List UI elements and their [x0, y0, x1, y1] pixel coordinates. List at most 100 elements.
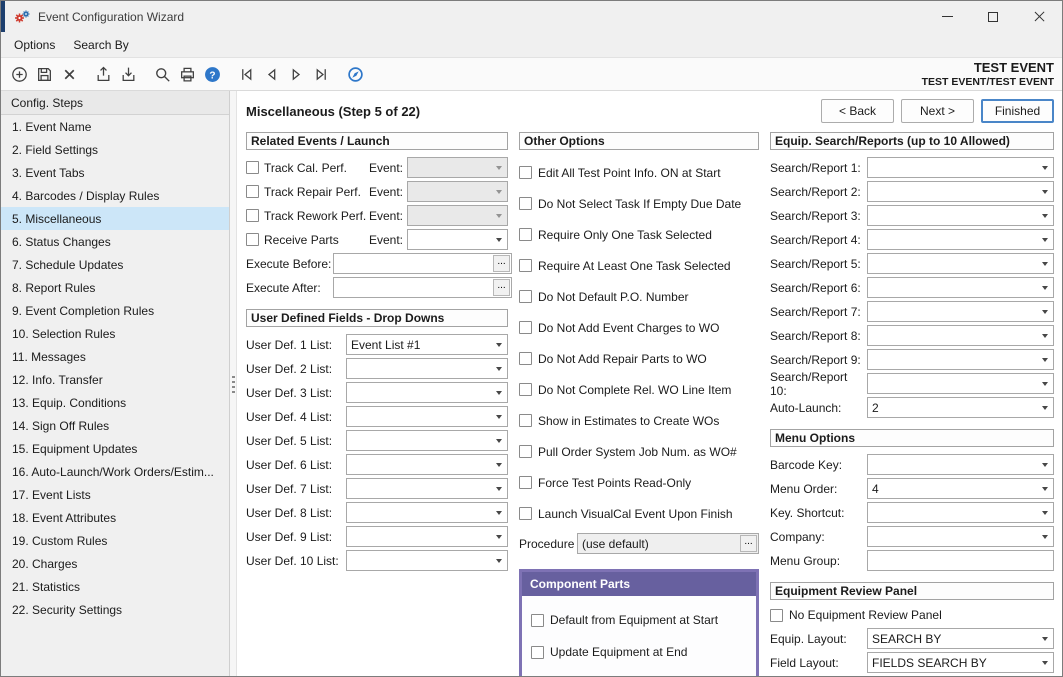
execute-after-input[interactable] — [334, 278, 493, 297]
sidebar-item-16[interactable]: 16. Auto-Launch/Work Orders/Estim... — [1, 460, 229, 483]
search-report-2-combo[interactable] — [867, 181, 1054, 202]
menu-group-input[interactable] — [867, 550, 1054, 571]
search-icon[interactable] — [150, 62, 175, 87]
search-report-8-combo[interactable] — [867, 325, 1054, 346]
event-combo[interactable] — [407, 205, 508, 226]
close-button[interactable] — [1016, 1, 1062, 32]
print-icon[interactable] — [175, 62, 200, 87]
sidebar-item-17[interactable]: 17. Event Lists — [1, 483, 229, 506]
search-report-5-combo[interactable] — [867, 253, 1054, 274]
event-combo[interactable] — [407, 157, 508, 178]
checkbox[interactable] — [519, 414, 532, 427]
checkbox[interactable] — [531, 614, 544, 627]
execute-before-field[interactable]: ... — [333, 253, 512, 274]
delete-icon[interactable] — [57, 62, 82, 87]
execute-before-browse-button[interactable]: ... — [493, 255, 510, 272]
checkbox[interactable] — [519, 507, 532, 520]
help-icon[interactable]: ? — [200, 62, 225, 87]
sidebar-splitter[interactable] — [230, 91, 237, 676]
search-report-7-combo[interactable] — [867, 301, 1054, 322]
checkbox[interactable] — [531, 646, 544, 659]
user-def-8-combo[interactable] — [346, 502, 508, 523]
checkbox[interactable] — [246, 209, 259, 222]
search-report-6-combo[interactable] — [867, 277, 1054, 298]
user-def-7-combo[interactable] — [346, 478, 508, 499]
checkbox[interactable] — [519, 321, 532, 334]
search-report-3-combo[interactable] — [867, 205, 1054, 226]
save-icon[interactable] — [32, 62, 57, 87]
auto-launch-combo[interactable]: 2 — [867, 397, 1054, 418]
company-combo[interactable] — [867, 526, 1054, 547]
sidebar-item-4[interactable]: 4. Barcodes / Display Rules — [1, 184, 229, 207]
sidebar-item-6[interactable]: 6. Status Changes — [1, 230, 229, 253]
checkbox[interactable] — [246, 233, 259, 246]
finished-button[interactable]: Finished — [981, 99, 1054, 123]
sidebar-item-10[interactable]: 10. Selection Rules — [1, 322, 229, 345]
next-button[interactable]: Next > — [901, 99, 974, 123]
navigate-icon[interactable] — [343, 62, 368, 87]
import-icon[interactable] — [116, 62, 141, 87]
sidebar-item-12[interactable]: 12. Info. Transfer — [1, 368, 229, 391]
checkbox[interactable] — [519, 352, 532, 365]
sidebar-item-15[interactable]: 15. Equipment Updates — [1, 437, 229, 460]
checkbox[interactable] — [519, 445, 532, 458]
checkbox[interactable] — [519, 383, 532, 396]
search-report-4-combo[interactable] — [867, 229, 1054, 250]
field-layout-combo[interactable]: FIELDS SEARCH BY — [867, 652, 1054, 673]
user-def-3-combo[interactable] — [346, 382, 508, 403]
checkbox[interactable] — [519, 476, 532, 489]
search-report-9-combo[interactable] — [867, 349, 1054, 370]
no-equipment-review-checkbox[interactable] — [770, 609, 783, 622]
user-def-2-combo[interactable] — [346, 358, 508, 379]
search-report-10-combo[interactable] — [867, 373, 1054, 394]
sidebar-item-22[interactable]: 22. Security Settings — [1, 598, 229, 621]
back-button[interactable]: < Back — [821, 99, 894, 123]
sidebar-item-18[interactable]: 18. Event Attributes — [1, 506, 229, 529]
first-record-icon[interactable] — [234, 62, 259, 87]
menu-order-combo[interactable]: 4 — [867, 478, 1054, 499]
maximize-button[interactable] — [970, 1, 1016, 32]
sidebar-item-13[interactable]: 13. Equip. Conditions — [1, 391, 229, 414]
minimize-button[interactable] — [924, 1, 970, 32]
next-record-icon[interactable] — [284, 62, 309, 87]
sidebar-item-21[interactable]: 21. Statistics — [1, 575, 229, 598]
menu-options[interactable]: Options — [5, 34, 64, 56]
procedure-field[interactable]: (use default) ... — [577, 533, 759, 554]
checkbox[interactable] — [519, 290, 532, 303]
add-icon[interactable] — [7, 62, 32, 87]
key-shortcut-combo[interactable] — [867, 502, 1054, 523]
equip-layout-combo[interactable]: SEARCH BY — [867, 628, 1054, 649]
user-def-1-combo[interactable]: Event List #1 — [346, 334, 508, 355]
checkbox[interactable] — [519, 197, 532, 210]
execute-after-browse-button[interactable]: ... — [493, 279, 510, 296]
checkbox[interactable] — [246, 161, 259, 174]
user-def-9-combo[interactable] — [346, 526, 508, 547]
sidebar-item-8[interactable]: 8. Report Rules — [1, 276, 229, 299]
export-icon[interactable] — [91, 62, 116, 87]
checkbox[interactable] — [246, 185, 259, 198]
sidebar-item-14[interactable]: 14. Sign Off Rules — [1, 414, 229, 437]
user-def-5-combo[interactable] — [346, 430, 508, 451]
checkbox[interactable] — [519, 259, 532, 272]
sidebar-item-7[interactable]: 7. Schedule Updates — [1, 253, 229, 276]
user-def-10-combo[interactable] — [346, 550, 508, 571]
sidebar-item-2[interactable]: 2. Field Settings — [1, 138, 229, 161]
procedure-browse-button[interactable]: ... — [740, 535, 757, 552]
event-combo[interactable] — [407, 229, 508, 250]
sidebar-item-3[interactable]: 3. Event Tabs — [1, 161, 229, 184]
execute-after-field[interactable]: ... — [333, 277, 512, 298]
event-combo[interactable] — [407, 181, 508, 202]
execute-before-input[interactable] — [334, 254, 493, 273]
sidebar-item-19[interactable]: 19. Custom Rules — [1, 529, 229, 552]
sidebar-item-20[interactable]: 20. Charges — [1, 552, 229, 575]
search-report-1-combo[interactable] — [867, 157, 1054, 178]
menu-search-by[interactable]: Search By — [64, 34, 137, 56]
checkbox[interactable] — [519, 166, 532, 179]
sidebar-item-9[interactable]: 9. Event Completion Rules — [1, 299, 229, 322]
barcode-key-combo[interactable] — [867, 454, 1054, 475]
sidebar-item-11[interactable]: 11. Messages — [1, 345, 229, 368]
previous-record-icon[interactable] — [259, 62, 284, 87]
sidebar-item-1[interactable]: 1. Event Name — [1, 115, 229, 138]
sidebar-item-5[interactable]: 5. Miscellaneous — [1, 207, 229, 230]
last-record-icon[interactable] — [309, 62, 334, 87]
